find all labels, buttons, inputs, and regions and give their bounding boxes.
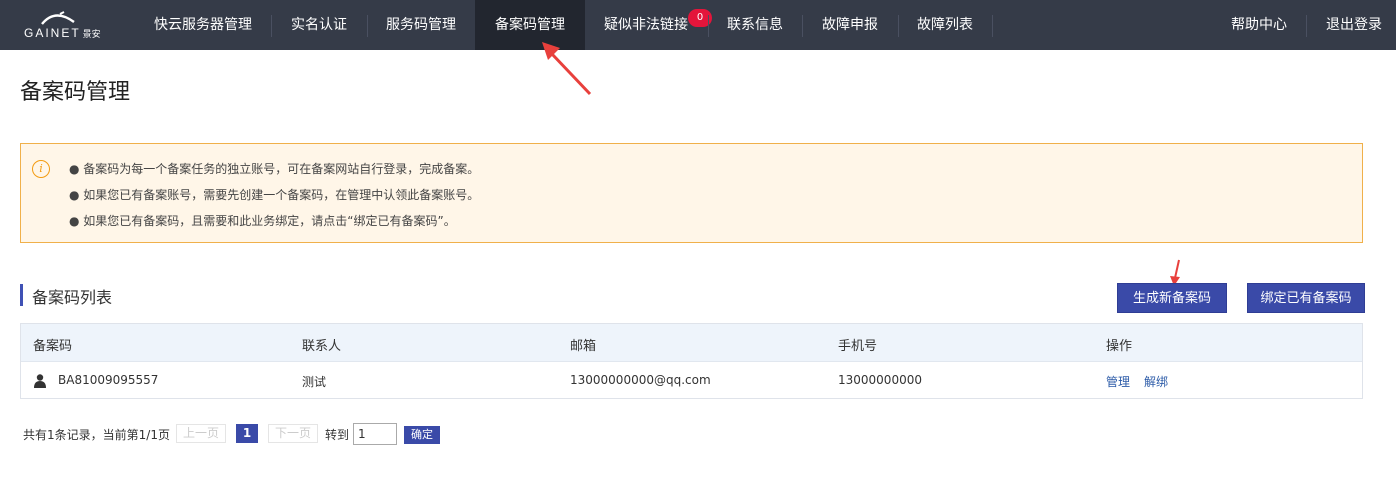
next-page-button[interactable]: 下一页 <box>268 424 318 443</box>
row-contact: 测试 <box>302 375 327 389</box>
prev-page-button[interactable]: 上一页 <box>176 424 226 443</box>
nav-divider <box>992 15 993 37</box>
generate-new-beian-code-button[interactable]: 生成新备案码 <box>1117 283 1227 313</box>
column-header-phone: 手机号 <box>838 339 878 354</box>
logo-arc-icon <box>41 11 75 25</box>
nav-divider <box>802 15 803 37</box>
section-title: 备案码列表 <box>32 288 113 307</box>
annotation-arrow-icon <box>542 42 592 96</box>
nav-divider <box>367 15 368 37</box>
manage-link[interactable]: 管理 <box>1106 373 1130 390</box>
nav-service-code[interactable]: 服务码管理 <box>372 0 470 50</box>
nav-illegal-links[interactable]: 疑似非法链接 <box>590 0 702 50</box>
beian-code-table: 备案码 联系人 邮箱 手机号 操作 BA81009095557 测试 13000… <box>20 323 1363 399</box>
row-code: BA81009095557 <box>58 373 159 387</box>
bind-existing-beian-code-button[interactable]: 绑定已有备案码 <box>1247 283 1365 313</box>
nav-real-name[interactable]: 实名认证 <box>275 0 363 50</box>
goto-label: 转到 <box>325 428 350 442</box>
column-header-code: 备案码 <box>33 339 73 354</box>
nav-logout[interactable]: 退出登录 <box>1312 0 1396 50</box>
logo-text: GAINET 景安 <box>24 26 101 40</box>
nav-divider <box>271 15 272 37</box>
nav-fault-report[interactable]: 故障申报 <box>806 0 894 50</box>
notice-line: ● 如果您已有备案账号，需要先创建一个备案码，在管理中认领此备案账号。 <box>69 188 480 202</box>
column-header-actions: 操作 <box>1106 339 1133 354</box>
section-title-bar <box>20 284 23 306</box>
page-number-current[interactable]: 1 <box>236 424 258 443</box>
nav-contact-info[interactable]: 联系信息 <box>712 0 798 50</box>
row-email: 13000000000@qq.com <box>570 373 711 387</box>
confirm-goto-button[interactable]: 确定 <box>404 426 440 444</box>
nav-kuaiyun-server[interactable]: 快云服务器管理 <box>140 0 266 50</box>
nav-divider <box>898 15 899 37</box>
notice-line: ● 备案码为每一个备案任务的独立账号，可在备案网站自行登录，完成备案。 <box>69 162 480 176</box>
notice-box: i ● 备案码为每一个备案任务的独立账号，可在备案网站自行登录，完成备案。 ● … <box>20 143 1363 243</box>
nav-divider <box>1306 15 1307 37</box>
column-header-contact: 联系人 <box>302 339 342 354</box>
top-navbar: GAINET 景安 快云服务器管理 实名认证 服务码管理 备案码管理 疑似非法链接… <box>0 0 1396 50</box>
pagination-summary: 共有1条记录，当前第1/1页 <box>23 428 170 442</box>
gainet-logo[interactable]: GAINET 景安 <box>20 8 120 42</box>
nav-help-center[interactable]: 帮助中心 <box>1216 0 1302 50</box>
goto-page-input[interactable] <box>353 423 397 445</box>
nav-divider <box>708 15 709 37</box>
row-phone: 13000000000 <box>838 373 922 387</box>
column-header-email: 邮箱 <box>570 339 597 354</box>
info-icon: i <box>32 160 50 178</box>
user-icon <box>34 374 46 388</box>
page-title: 备案码管理 <box>20 80 131 105</box>
nav-fault-list[interactable]: 故障列表 <box>902 0 988 50</box>
unbind-link[interactable]: 解绑 <box>1144 373 1168 390</box>
notice-line: ● 如果您已有备案码，且需要和此业务绑定，请点击“绑定已有备案码”。 <box>69 214 456 228</box>
table-header: 备案码 联系人 邮箱 手机号 操作 <box>21 324 1362 362</box>
